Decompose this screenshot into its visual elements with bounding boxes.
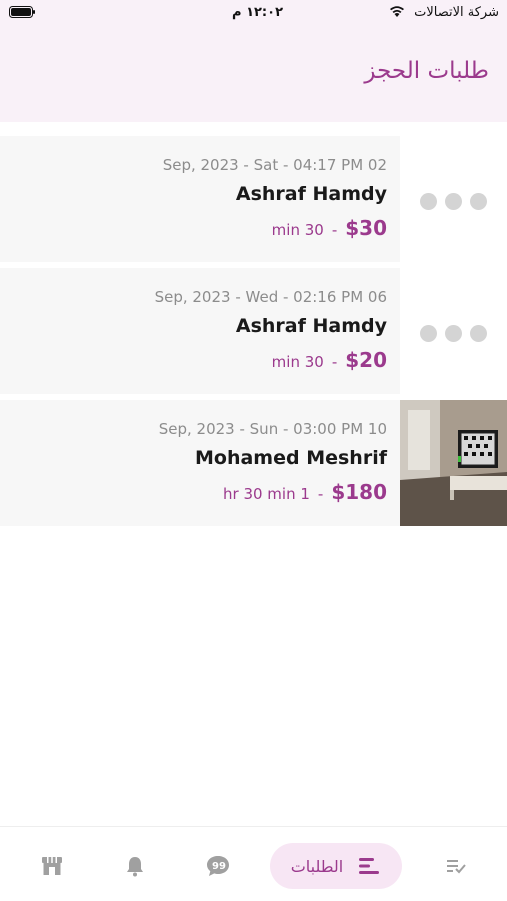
- carrier-name: شركة الاتصالات: [414, 5, 499, 20]
- tab-checklist[interactable]: [438, 843, 474, 889]
- status-bar: ١٢:٠٢ م شركة الاتصالات: [0, 0, 507, 28]
- tab-orders-label: الطلبات: [290, 856, 344, 876]
- loading-dots-icon: [420, 193, 490, 211]
- separator: -: [331, 221, 338, 239]
- separator: -: [317, 485, 324, 503]
- chat-icon: 99: [207, 856, 229, 876]
- customer-name: Mohamed Meshrif: [195, 447, 387, 469]
- checklist-icon: [447, 860, 466, 874]
- wifi-icon: [390, 6, 404, 17]
- room-thumbnail: [400, 400, 507, 526]
- bell-icon: [127, 857, 143, 877]
- booking-card[interactable]: Sep, 2023 - Wed - 02:16 PM 06 Ashraf Ham…: [0, 268, 400, 394]
- status-time: ١٢:٠٢ م: [232, 5, 283, 20]
- booking-duration: min 30: [271, 221, 324, 239]
- booking-date: Sep, 2023 - Sat - 04:17 PM 02: [162, 156, 387, 174]
- booking-price: $180: [331, 480, 387, 504]
- customer-name: Ashraf Hamdy: [235, 183, 387, 205]
- page-title: طلبات الحجز: [364, 58, 489, 84]
- booking-date: Sep, 2023 - Sun - 03:00 PM 10: [158, 420, 387, 438]
- store-icon: [42, 857, 62, 875]
- booking-price: $30: [345, 216, 387, 240]
- price-line: min 30 - $20: [272, 348, 387, 372]
- booking-duration: hr 30 min 1: [223, 485, 310, 503]
- tab-orders[interactable]: الطلبات: [270, 843, 402, 889]
- battery-icon: [9, 6, 35, 18]
- booking-price: $20: [345, 348, 387, 372]
- separator: -: [331, 353, 338, 371]
- tab-notifications[interactable]: [117, 843, 153, 889]
- booking-card[interactable]: Sep, 2023 - Sat - 04:17 PM 02 Ashraf Ham…: [0, 136, 400, 262]
- price-line: min 30 - $30: [272, 216, 387, 240]
- loading-dots-icon: [420, 325, 490, 343]
- price-line: hr 30 min 1 - $180: [223, 480, 387, 504]
- bottom-tab-bar: الطلبات 99: [0, 826, 507, 901]
- booking-duration: min 30: [271, 353, 324, 371]
- tab-store[interactable]: [34, 843, 70, 889]
- tab-chat[interactable]: 99: [200, 843, 236, 889]
- booking-card[interactable]: Sep, 2023 - Sun - 03:00 PM 10 Mohamed Me…: [0, 400, 400, 526]
- customer-name: Ashraf Hamdy: [235, 315, 387, 337]
- orders-icon: [359, 858, 380, 874]
- svg-text:99: 99: [212, 861, 226, 872]
- booking-date: Sep, 2023 - Wed - 02:16 PM 06: [154, 288, 387, 306]
